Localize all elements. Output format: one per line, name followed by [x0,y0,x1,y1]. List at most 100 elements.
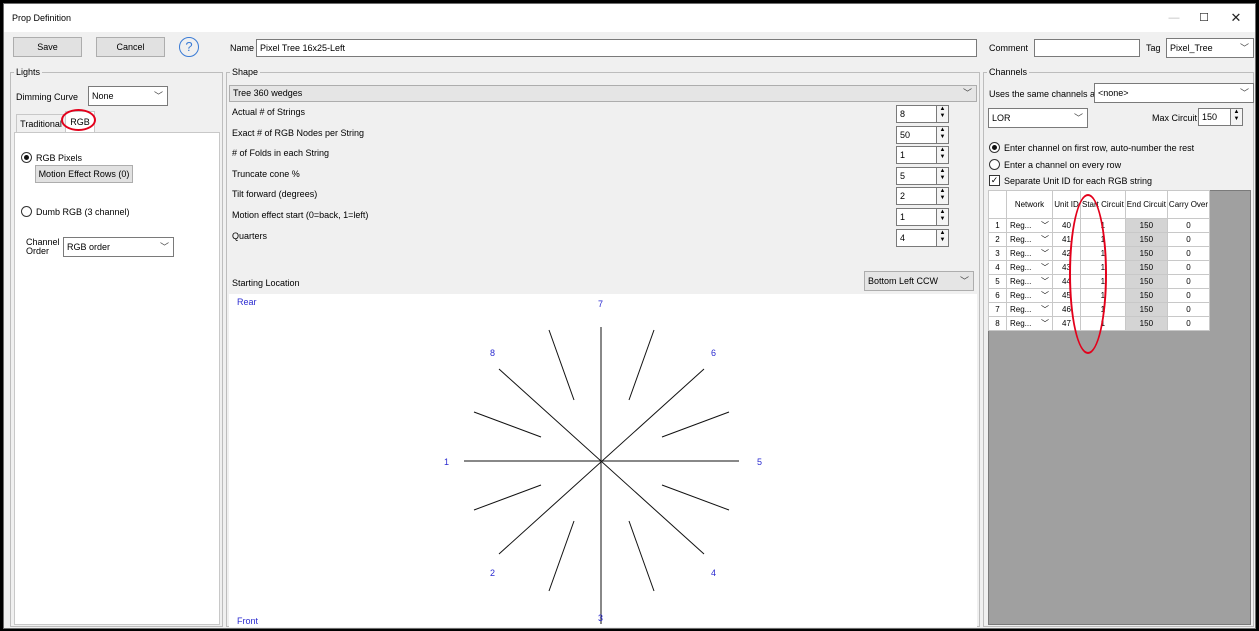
first-row-radio[interactable] [989,142,1000,153]
grid-header-row: Network Unit ID Start Circuit End Circuit Ca… [988,190,1211,219]
carry-over-cell[interactable]: 0 [1166,316,1211,331]
network-dropdown[interactable]: Reg... ﹀ [1008,304,1051,315]
help-icon[interactable]: ? [179,37,199,57]
start-circuit-cell[interactable]: 1 [1080,302,1126,317]
stepper-arrows-icon[interactable]: ▲ ▼ [1230,109,1242,125]
separate-unit-checkbox[interactable]: ✓ [989,175,1000,186]
position-label-3: 3 [598,613,604,623]
start-circuit-cell[interactable]: 1 [1080,316,1126,331]
max-circuit-stepper[interactable]: 150 ▲ ▼ [1198,108,1243,126]
stepper-arrows-icon[interactable]: ▲ ▼ [936,229,948,246]
end-circuit-cell[interactable]: 150 [1124,316,1168,331]
shape-param-stepper[interactable]: 4 ▲ ▼ [896,228,949,247]
end-circuit-cell[interactable]: 150 [1124,260,1168,275]
name-field[interactable]: Pixel Tree 16x25-Left [256,39,977,57]
unit-id-cell[interactable]: 45 [1052,288,1081,303]
start-circuit-cell[interactable]: 1 [1080,260,1126,275]
spoke-line [473,484,542,511]
end-circuit-cell[interactable]: 150 [1124,302,1168,317]
network-cell[interactable]: Reg... ﹀ [1006,260,1053,275]
stepper-arrows-icon[interactable]: ▲ ▼ [936,188,948,205]
spoke-line [661,484,730,511]
end-circuit-cell[interactable]: 150 [1124,218,1168,233]
stepper-arrows-icon[interactable]: ▲ ▼ [936,126,948,143]
start-circuit-cell[interactable]: 1 [1080,288,1126,303]
shape-type-dropdown[interactable]: Tree 360 wedges ﹀ [229,85,977,102]
shape-param-stepper[interactable]: 2 ▲ ▼ [896,187,949,206]
network-dropdown[interactable]: Reg... ﹀ [1008,318,1051,329]
end-circuit-cell[interactable]: 150 [1124,274,1168,289]
carry-over-cell[interactable]: 0 [1166,302,1211,317]
same-channels-dropdown[interactable]: <none> ﹀ [1094,83,1254,103]
grid-header-unit-id: Unit ID [1052,190,1081,219]
end-circuit-cell[interactable]: 150 [1124,246,1168,261]
network-type-dropdown[interactable]: LOR ﹀ [988,108,1088,128]
tag-dropdown[interactable]: Pixel_Tree ﹀ [1166,38,1254,58]
start-circuit-cell[interactable]: 1 [1080,246,1126,261]
stepper-arrows-icon[interactable]: ▲ ▼ [936,106,948,122]
unit-id-cell[interactable]: 43 [1052,260,1081,275]
network-dropdown[interactable]: Reg... ﹀ [1008,262,1051,273]
network-dropdown[interactable]: Reg... ﹀ [1008,276,1051,287]
starting-location-label: Starting Location [232,278,300,288]
save-button[interactable]: Save [13,37,82,57]
carry-over-cell[interactable]: 0 [1166,274,1211,289]
unit-id-cell[interactable]: 46 [1052,302,1081,317]
unit-id-cell[interactable]: 47 [1052,316,1081,331]
start-circuit-cell[interactable]: 1 [1080,274,1126,289]
carry-over-cell[interactable]: 0 [1166,288,1211,303]
comment-field[interactable] [1034,39,1140,57]
minimize-icon[interactable]: — [1159,8,1189,28]
carry-over-cell[interactable]: 0 [1166,218,1211,233]
row-index: 8 [988,316,1007,331]
network-cell[interactable]: Reg... ﹀ [1006,316,1053,331]
chevron-down-icon: ﹀ [159,242,169,252]
end-circuit-cell[interactable]: 150 [1124,288,1168,303]
network-cell[interactable]: Reg... ﹀ [1006,232,1053,247]
network-cell[interactable]: Reg... ﹀ [1006,302,1053,317]
end-circuit-cell[interactable]: 150 [1124,232,1168,247]
network-cell[interactable]: Reg... ﹀ [1006,288,1053,303]
dumb-rgb-radio[interactable] [21,206,32,217]
separate-unit-label: Separate Unit ID for each RGB string [1004,176,1153,186]
starting-location-dropdown[interactable]: Bottom Left CCW ﹀ [864,271,974,291]
every-row-radio[interactable] [989,159,1000,170]
shape-param-stepper[interactable]: 1 ▲ ▼ [896,208,949,226]
shape-param-stepper[interactable]: 5 ▲ ▼ [896,166,949,185]
spoke-line [548,520,575,592]
start-circuit-cell[interactable]: 1 [1080,232,1126,247]
dimming-curve-dropdown[interactable]: None ﹀ [88,86,168,106]
stepper-arrows-icon[interactable]: ▲ ▼ [936,167,948,184]
start-circuit-cell[interactable]: 1 [1080,218,1126,233]
network-cell[interactable]: Reg... ﹀ [1006,218,1053,233]
network-dropdown[interactable]: Reg... ﹀ [1008,234,1051,245]
network-dropdown[interactable]: Reg... ﹀ [1008,290,1051,301]
shape-param-stepper[interactable]: 1 ▲ ▼ [896,146,949,165]
carry-over-cell[interactable]: 0 [1166,260,1211,275]
shape-param-stepper[interactable]: 50 ▲ ▼ [896,125,949,144]
network-dropdown[interactable]: Reg... ﹀ [1008,248,1051,259]
shape-param-stepper[interactable]: 8 ▲ ▼ [896,105,949,123]
cancel-button[interactable]: Cancel [96,37,165,57]
channel-order-dropdown[interactable]: RGB order ﹀ [63,237,174,257]
tab-traditional[interactable]: Traditional [16,114,66,134]
motion-effect-rows-button[interactable]: Motion Effect Rows (0) [35,165,133,183]
unit-id-cell[interactable]: 40 [1052,218,1081,233]
unit-id-cell[interactable]: 41 [1052,232,1081,247]
unit-id-cell[interactable]: 44 [1052,274,1081,289]
carry-over-cell[interactable]: 0 [1166,232,1211,247]
network-cell[interactable]: Reg... ﹀ [1006,274,1053,289]
unit-id-cell[interactable]: 42 [1052,246,1081,261]
chevron-down-icon: ﹀ [1041,221,1049,230]
close-icon[interactable]: ✕ [1221,8,1251,28]
tab-rgb[interactable]: RGB [65,111,95,134]
carry-over-cell[interactable]: 0 [1166,246,1211,261]
stepper-arrows-icon[interactable]: ▲ ▼ [936,209,948,225]
maximize-icon[interactable]: ☐ [1189,8,1219,28]
network-cell[interactable]: Reg... ﹀ [1006,246,1053,261]
rgb-pixels-radio[interactable] [21,152,32,163]
shape-param-label: # of Folds in each String [232,148,330,159]
spoke-line [548,329,575,401]
stepper-arrows-icon[interactable]: ▲ ▼ [936,147,948,164]
network-dropdown[interactable]: Reg... ﹀ [1008,220,1051,231]
